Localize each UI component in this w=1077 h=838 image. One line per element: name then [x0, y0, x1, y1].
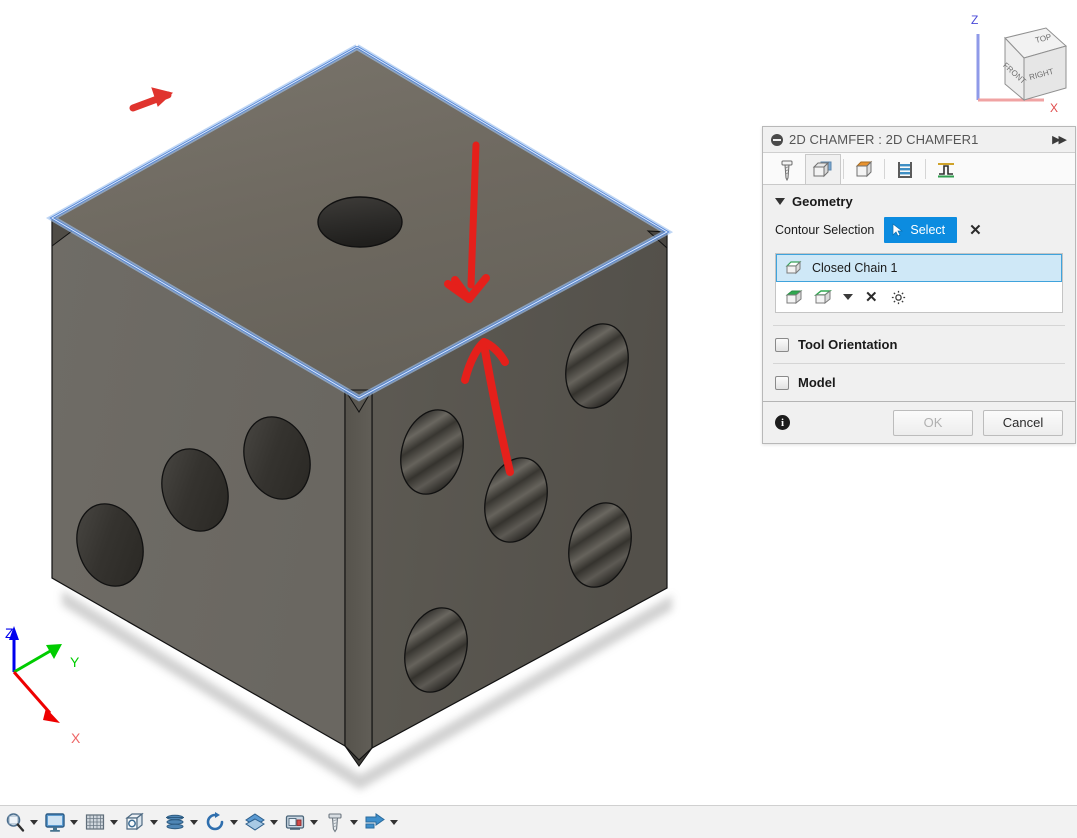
select-button-label: Select	[910, 223, 945, 237]
tool-dropdown-caret[interactable]	[348, 809, 360, 835]
simulation-dropdown-caret[interactable]	[228, 809, 240, 835]
dialog-body: Geometry Contour Selection Select ✕	[763, 185, 1075, 401]
dialog-title: 2D CHAMFER : 2D CHAMFER1	[789, 132, 1052, 147]
tab-passes[interactable]	[887, 154, 923, 184]
toolbar-group-tool[interactable]	[322, 809, 360, 835]
dialog-footer: i OK Cancel	[763, 401, 1075, 443]
tab-separator-1	[843, 159, 844, 179]
toolbar-group-layers[interactable]	[162, 809, 200, 835]
geometry-section-title: Geometry	[792, 194, 853, 209]
z-axis-label: Z	[5, 625, 14, 641]
dialog-tab-strip[interactable]	[763, 153, 1075, 185]
select-button[interactable]: Select	[884, 217, 957, 243]
grid-dropdown-caret[interactable]	[108, 809, 120, 835]
viewcube-x-label: X	[1050, 101, 1058, 115]
list-item-label: Closed Chain 1	[812, 261, 897, 275]
dialog-header[interactable]: 2D CHAMFER : 2D CHAMFER1 ▶▶	[763, 127, 1075, 153]
axis-triad: Z Y X	[0, 612, 110, 760]
tab-separator-2	[884, 159, 885, 179]
selection-list[interactable]: Closed Chain 1	[775, 253, 1063, 313]
toolbar-group-display[interactable]	[42, 809, 80, 835]
tool-orientation-label: Tool Orientation	[798, 337, 897, 352]
chevron-down-icon[interactable]	[843, 294, 853, 300]
tool-orientation-checkbox[interactable]	[775, 338, 789, 352]
minus-circle-icon[interactable]	[771, 134, 783, 146]
zoom-dropdown-caret[interactable]	[28, 809, 40, 835]
viewcube-z-label: Z	[971, 13, 978, 27]
toolbar-group-stock[interactable]	[362, 809, 400, 835]
monitor-icon[interactable]	[42, 809, 68, 835]
visual-style-dropdown-caret[interactable]	[268, 809, 280, 835]
tab-separator-3	[925, 159, 926, 179]
geometry-section-header[interactable]: Geometry	[763, 185, 1075, 215]
cursor-icon	[892, 223, 904, 237]
toolbar-group-viewports[interactable]	[122, 809, 160, 835]
machine-dropdown-caret[interactable]	[308, 809, 320, 835]
list-item-closed-chain[interactable]: Closed Chain 1	[776, 254, 1062, 282]
toolbar-group-machine[interactable]	[282, 809, 320, 835]
cancel-button[interactable]: Cancel	[983, 410, 1063, 436]
tab-tool[interactable]	[769, 154, 805, 184]
front-corner-chamfer	[345, 390, 372, 760]
grid-icon[interactable]	[82, 809, 108, 835]
diamond-layers-icon[interactable]	[242, 809, 268, 835]
tool-orientation-row[interactable]: Tool Orientation	[763, 326, 1075, 363]
remove-chain-button[interactable]: ✕	[863, 290, 880, 305]
viewports-dropdown-caret[interactable]	[148, 809, 160, 835]
cam-operation-dialog[interactable]: 2D CHAMFER : 2D CHAMFER1 ▶▶	[762, 126, 1076, 444]
cube-view-icon[interactable]	[122, 809, 148, 835]
ok-button[interactable]: OK	[893, 410, 973, 436]
circular-arrow-icon[interactable]	[202, 809, 228, 835]
info-icon[interactable]: i	[775, 415, 790, 430]
model-checkbox[interactable]	[775, 376, 789, 390]
stock-dropdown-caret[interactable]	[388, 809, 400, 835]
magnifier-icon[interactable]	[2, 809, 28, 835]
toolbar-group-zoom[interactable]	[2, 809, 40, 835]
layers-dropdown-caret[interactable]	[188, 809, 200, 835]
tab-linking[interactable]	[928, 154, 964, 184]
chevron-down-icon	[775, 198, 785, 205]
selection-list-toolbar[interactable]: ✕	[776, 282, 1062, 312]
blue-stock-icon[interactable]	[362, 809, 388, 835]
chain-box-icon	[785, 260, 803, 276]
toolbar-group-grid[interactable]	[82, 809, 120, 835]
y-axis-label: Y	[70, 654, 79, 670]
x-axis-arrow	[14, 672, 60, 723]
top-face-pips	[318, 197, 402, 247]
stack-icon[interactable]	[162, 809, 188, 835]
screw-tool-icon[interactable]	[322, 809, 348, 835]
gear-icon[interactable]	[890, 289, 907, 306]
toolbar-group-simulation[interactable]	[202, 809, 240, 835]
toolbar-group-visual-style[interactable]	[242, 809, 280, 835]
display-dropdown-caret[interactable]	[68, 809, 80, 835]
box-green-outline-icon[interactable]	[814, 289, 833, 306]
x-axis-label: X	[71, 730, 80, 746]
view-cube[interactable]: TOP FRONT RIGHT Z X	[958, 8, 1073, 116]
tab-heights[interactable]	[846, 154, 882, 184]
contour-selection-label: Contour Selection	[775, 223, 874, 237]
double-chevron-right-icon[interactable]: ▶▶	[1052, 133, 1067, 146]
model-label: Model	[798, 375, 836, 390]
clear-selection-button[interactable]: ✕	[967, 223, 984, 238]
machine-icon[interactable]	[282, 809, 308, 835]
model-row[interactable]: Model	[763, 364, 1075, 401]
cad-viewport[interactable]: Z Y X TOP FRONT RIGHT Z X 2D CHAMFER : 2…	[0, 0, 1077, 805]
y-axis-arrow	[14, 644, 62, 672]
tab-geometry[interactable]	[805, 154, 841, 184]
contour-selection-row: Contour Selection Select ✕	[763, 215, 1075, 253]
bottom-toolbar[interactable]	[0, 805, 1077, 838]
box-green-solid-icon[interactable]	[785, 289, 804, 306]
